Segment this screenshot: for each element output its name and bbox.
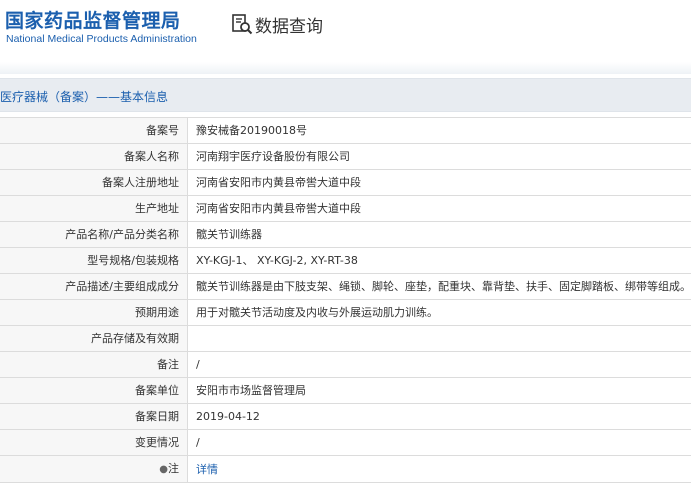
field-label-text: 变更情况 [135,436,179,449]
field-value: / [187,429,691,456]
field-label-text: 备案人名称 [124,150,179,163]
field-label: 备案单位 [0,377,188,404]
table-row: 备案人名称 河南翔宇医疗设备股份有限公司 [0,143,691,170]
table-row: 备案单位 安阳市市场监督管理局 [0,377,691,404]
details-link[interactable]: 详情 [187,455,691,483]
table-row: 备注 / [0,351,691,378]
field-value: 豫安械备20190018号 [187,117,691,144]
agency-logo-english: National Medical Products Administration [6,33,197,45]
field-value: 河南省安阳市内黄县帝喾大道中段 [187,195,691,222]
field-label: 生产地址 [0,195,188,222]
field-value: 河南省安阳市内黄县帝喾大道中段 [187,169,691,196]
field-label: 产品描述/主要组成成分 [0,273,188,300]
field-label-text: 产品名称/产品分类名称 [65,228,179,241]
field-value: 安阳市市场监督管理局 [187,377,691,404]
table-row: 变更情况 / [0,429,691,456]
field-label: 预期用途 [0,299,188,326]
table-row: 备案人注册地址 河南省安阳市内黄县帝喾大道中段 [0,169,691,196]
field-value: 河南翔宇医疗设备股份有限公司 [187,143,691,170]
field-label: 备案人注册地址 [0,169,188,196]
agency-logo-chinese[interactable]: 国家药品监督管理局 [5,6,181,33]
site-header: 国家药品监督管理局 National Medical Products Admi… [0,0,691,62]
field-value: 髋关节训练器 [187,221,691,248]
pin-icon: ● [159,464,168,475]
field-value: 髋关节训练器是由下肢支架、绳锁、脚轮、座垫，配重块、靠背垫、扶手、固定脚踏板、绑… [187,273,691,300]
field-label-text: 型号规格/包装规格 [87,254,179,267]
data-query-label: 数据查询 [255,16,323,37]
table-row: 产品名称/产品分类名称 髋关节训练器 [0,221,691,248]
field-label-text: 预期用途 [135,306,179,319]
table-row: 备案日期 2019-04-12 [0,403,691,430]
table-row: 型号规格/包装规格 XY-KGJ-1、 XY-KGJ-2, XY-RT-38 [0,247,691,274]
table-row: 产品存储及有效期 [0,325,691,352]
field-label-text: 备注 [157,358,179,371]
field-value: / [187,351,691,378]
field-label-text: 产品存储及有效期 [91,332,179,345]
field-label: ●注 [0,455,188,483]
header-divider [0,62,691,74]
field-label-text: 备案日期 [135,410,179,423]
field-label: 备案人名称 [0,143,188,170]
table-row: 预期用途 用于对髋关节活动度及内收与外展运动肌力训练。 [0,299,691,326]
record-detail-table: 备案号 豫安械备20190018号 备案人名称 河南翔宇医疗设备股份有限公司 备案人注册… [0,117,691,483]
field-label: 备注 [0,351,188,378]
section-title: 医疗器械（备案）——基本信息 [0,90,169,104]
field-value: 2019-04-12 [187,403,691,430]
field-value: XY-KGJ-1、 XY-KGJ-2, XY-RT-38 [187,247,691,274]
field-label: 产品名称/产品分类名称 [0,221,188,248]
field-label: 型号规格/包装规格 [0,247,188,274]
table-row: 生产地址 河南省安阳市内黄县帝喾大道中段 [0,195,691,222]
field-label-text: 产品描述/主要组成成分 [65,280,179,293]
field-label-text: 备案号 [146,124,179,137]
section-header: 医疗器械（备案）——基本信息 [0,78,691,112]
table-row: 备案号 豫安械备20190018号 [0,117,691,144]
field-label: 产品存储及有效期 [0,325,188,352]
field-value: 用于对髋关节活动度及内收与外展运动肌力训练。 [187,299,691,326]
field-label: 备案日期 [0,403,188,430]
table-row: 产品描述/主要组成成分 髋关节训练器是由下肢支架、绳锁、脚轮、座垫，配重块、靠背垫… [0,273,691,300]
table-row: ●注 详情 [0,455,691,483]
field-label-text: 备案人注册地址 [102,176,179,189]
field-value [187,325,691,352]
field-label-text: 生产地址 [135,202,179,215]
field-label: 备案号 [0,117,188,144]
field-label-text: 注 [168,462,179,475]
data-query-link[interactable]: 数据查询 [231,12,323,37]
field-label-text: 备案单位 [135,384,179,397]
document-search-icon [231,13,253,35]
field-label: 变更情况 [0,429,188,456]
